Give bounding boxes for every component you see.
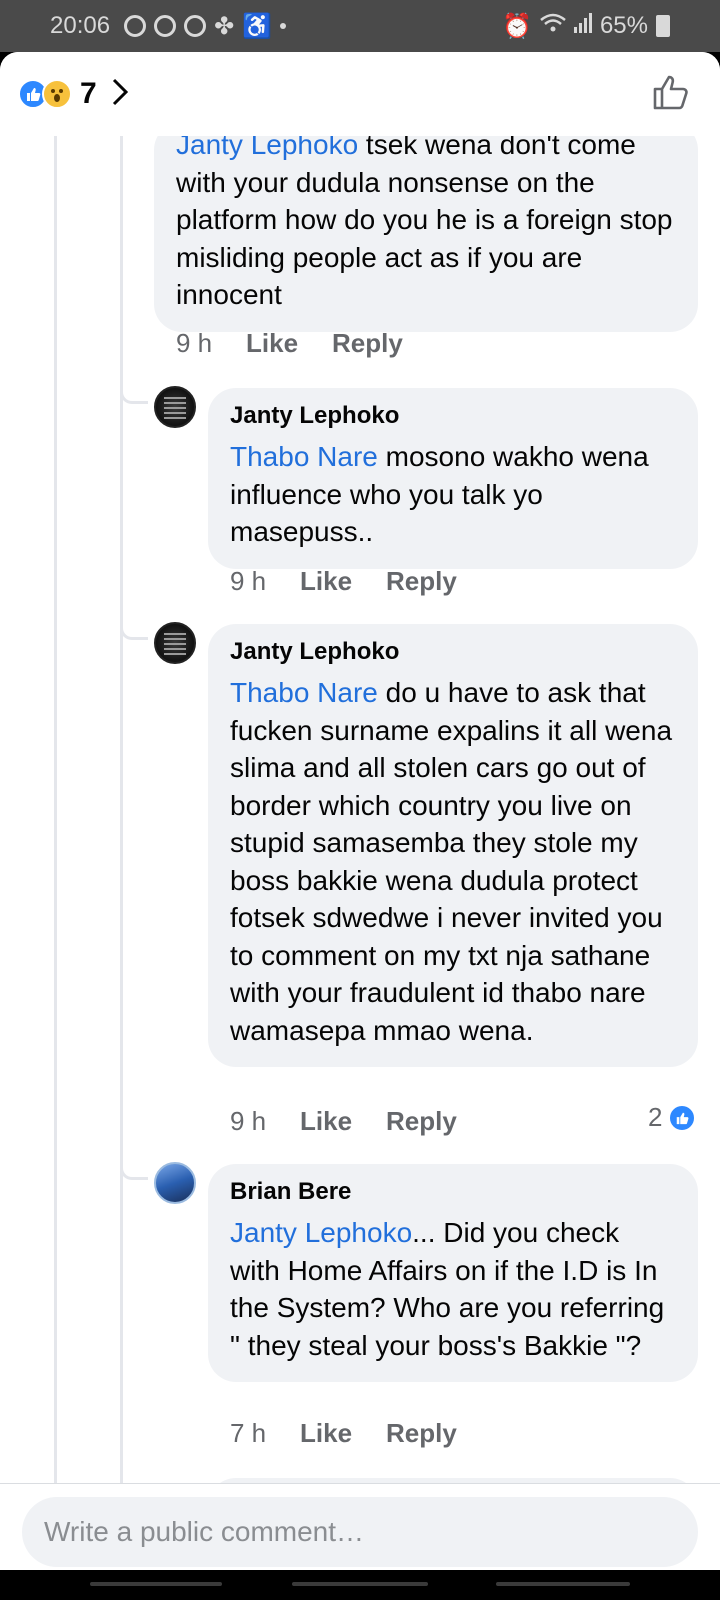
thread-line bbox=[120, 136, 123, 1536]
avatar[interactable] bbox=[154, 622, 196, 664]
thread-connector bbox=[120, 1166, 148, 1180]
thread-connector bbox=[120, 626, 148, 640]
comment-mention[interactable]: Thabo Nare bbox=[230, 677, 378, 708]
accessibility-icon: ♿ bbox=[242, 12, 273, 40]
reply-button[interactable]: Reply bbox=[386, 566, 457, 597]
reaction-count[interactable]: 7 bbox=[80, 77, 97, 111]
like-button[interactable]: Like bbox=[246, 328, 298, 359]
avatar[interactable] bbox=[154, 386, 196, 428]
comment-mention[interactable]: Janty Lephoko bbox=[230, 1217, 412, 1248]
comment-bubble[interactable]: Brian Bere Janty Lephoko... Did you chec… bbox=[208, 1164, 698, 1382]
system-nav-bar bbox=[0, 1570, 720, 1600]
like-button[interactable]: Like bbox=[300, 1106, 352, 1137]
comment-time[interactable]: 7 h bbox=[230, 1418, 300, 1449]
battery-percent: 65% bbox=[599, 12, 648, 39]
signal-icon bbox=[573, 12, 592, 40]
comment-text: Janty Lephoko tsek wena don't come with … bbox=[176, 136, 676, 314]
reply-button[interactable]: Reply bbox=[386, 1106, 457, 1137]
reply-button[interactable]: Reply bbox=[332, 328, 403, 359]
comment-input[interactable] bbox=[22, 1497, 698, 1567]
comment-meta: 9 h Like Reply bbox=[230, 1106, 491, 1137]
comment-thread: Janty Lephoko tsek wena don't come with … bbox=[0, 136, 720, 1536]
like-button[interactable]: Like bbox=[300, 1418, 352, 1449]
wow-reaction-icon[interactable] bbox=[42, 79, 72, 109]
home-button[interactable] bbox=[292, 1582, 428, 1586]
battery-icon bbox=[656, 15, 670, 37]
comment-author[interactable]: Brian Bere bbox=[230, 1178, 676, 1206]
status-bar: 20:06 ✤ ♿ ⏰ 65% bbox=[0, 0, 720, 52]
comments-sheet: 7 Janty Lephoko tsek wena don't come wit… bbox=[0, 52, 720, 1570]
recents-button[interactable] bbox=[90, 1582, 222, 1586]
thumbs-up-outline-icon[interactable] bbox=[652, 73, 690, 116]
comment-author[interactable]: Janty Lephoko bbox=[230, 402, 676, 430]
facebook-notification-icon bbox=[124, 15, 147, 37]
comment-bubble[interactable]: Janty Lephoko Thabo Nare do u have to as… bbox=[208, 624, 698, 1067]
comment-meta: 9 h Like Reply bbox=[176, 328, 437, 359]
comment-composer bbox=[0, 1483, 720, 1570]
status-time: 20:06 bbox=[50, 12, 111, 39]
pinwheel-icon: ✤ bbox=[214, 12, 235, 40]
comment-bubble[interactable]: Janty Lephoko Thabo Nare mosono wakho we… bbox=[208, 388, 698, 569]
comment-time[interactable]: 9 h bbox=[230, 1106, 300, 1137]
notification-icons: ✤ ♿ bbox=[124, 12, 287, 41]
back-button[interactable] bbox=[496, 1582, 630, 1586]
comment-time[interactable]: 9 h bbox=[230, 566, 300, 597]
comment-text: Thabo Nare do u have to ask that fucken … bbox=[230, 677, 673, 1046]
thread-line bbox=[54, 136, 57, 1536]
like-reaction-icon bbox=[668, 1103, 697, 1132]
comment-text: Thabo Nare mosono wakho wena influence w… bbox=[230, 441, 649, 547]
reply-button[interactable]: Reply bbox=[386, 1418, 457, 1449]
thread-connector bbox=[120, 390, 148, 404]
comment-reaction-count[interactable]: 2 bbox=[648, 1102, 697, 1133]
chevron-right-icon[interactable] bbox=[111, 77, 129, 112]
facebook-notification-icon bbox=[154, 15, 177, 37]
comment-meta: 7 h Like Reply bbox=[230, 1418, 491, 1449]
like-button[interactable]: Like bbox=[300, 566, 352, 597]
comment-author[interactable]: Janty Lephoko bbox=[230, 638, 676, 666]
reactions-header: 7 bbox=[0, 52, 720, 136]
facebook-notification-icon bbox=[184, 15, 207, 37]
more-notifications-dot bbox=[280, 23, 287, 29]
comment-text: Janty Lephoko... Did you check with Home… bbox=[230, 1217, 665, 1361]
comment-time[interactable]: 9 h bbox=[176, 328, 246, 359]
alarm-icon: ⏰ bbox=[502, 12, 532, 40]
comment-meta: 9 h Like Reply bbox=[230, 566, 491, 597]
avatar[interactable] bbox=[154, 1162, 196, 1204]
comment-bubble[interactable]: Janty Lephoko tsek wena don't come with … bbox=[154, 136, 698, 332]
wifi-icon bbox=[540, 12, 566, 40]
comment-mention[interactable]: Janty Lephoko bbox=[176, 136, 358, 160]
comment-mention[interactable]: Thabo Nare bbox=[230, 441, 378, 472]
